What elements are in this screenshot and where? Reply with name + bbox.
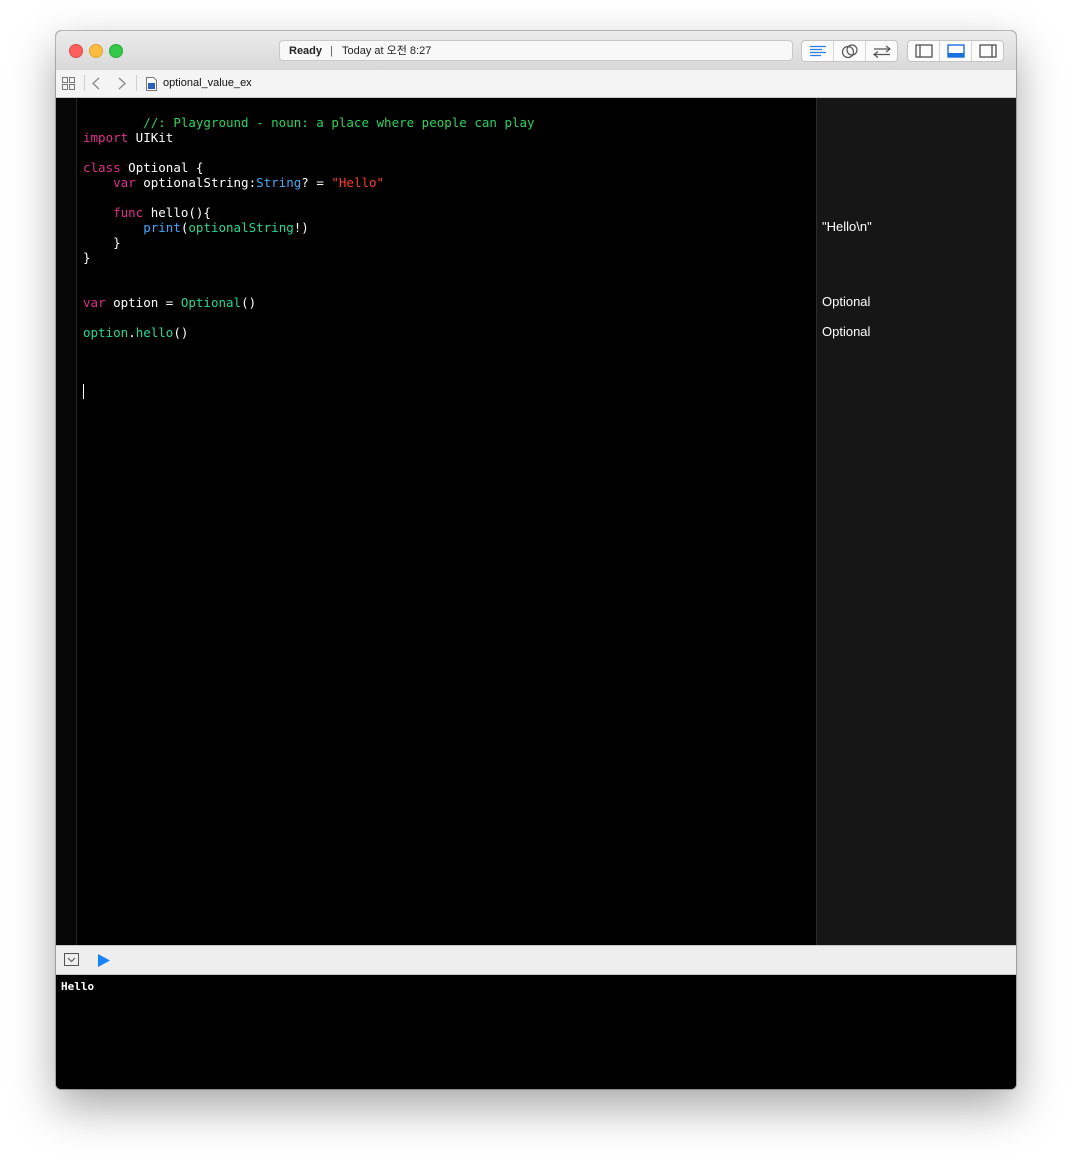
chevron-left-icon[interactable]: [92, 77, 100, 90]
standard-editor-button[interactable]: [802, 41, 834, 61]
string-token: "Hello": [331, 175, 385, 190]
plain-token: }: [113, 235, 121, 250]
navigator-toggle-icon: [914, 44, 933, 58]
playground-file-icon: [146, 77, 157, 91]
jump-bar-divider: [136, 75, 137, 91]
plain-token: option =: [105, 295, 181, 310]
utilities-toggle-button[interactable]: [972, 41, 1003, 61]
keyword-token: var: [113, 175, 136, 190]
keyword-token: func: [113, 205, 144, 220]
code-line: //: Playground - noun: a place where peo…: [83, 100, 534, 130]
function-token: print: [143, 220, 181, 235]
type-token: String: [256, 175, 302, 190]
debug-area-toggle-icon: [946, 44, 965, 58]
plain-token: !): [293, 220, 309, 235]
code-line: var optionalString:String? = "Hello": [83, 175, 384, 190]
keyword-token: var: [83, 295, 106, 310]
jump-bar-divider: [84, 75, 85, 91]
plain-token: UIKit: [128, 130, 174, 145]
activity-timestamp: Today at 오전 8:27: [342, 45, 432, 57]
activity-separator: |: [330, 45, 333, 57]
code-line: func hello(){: [83, 205, 211, 220]
plain-token: }: [83, 250, 91, 265]
assistant-editor-icon: [841, 43, 858, 58]
plain-token: optionalString:: [135, 175, 257, 190]
run-playground-icon[interactable]: [98, 954, 110, 967]
project-symbol-token: optionalString: [188, 220, 294, 235]
plain-token: (): [173, 325, 189, 340]
plain-token: hello(){: [143, 205, 211, 220]
code-line: var option = Optional(): [83, 295, 256, 310]
keyword-token: import: [83, 130, 129, 145]
jump-bar: optional_value_ex: [56, 70, 1016, 98]
standard-editor-icon: [809, 45, 826, 56]
console-output-text: Hello: [61, 980, 95, 993]
title-bar: Ready | Today at 오전 8:27: [56, 31, 1016, 71]
result-value[interactable]: Optional: [822, 294, 870, 309]
code-line: option.hello(): [83, 325, 188, 340]
code-line: class Optional {: [83, 160, 203, 175]
plain-token: ? =: [301, 175, 332, 190]
project-symbol-token: option: [83, 325, 129, 340]
result-value[interactable]: "Hello\n": [822, 219, 872, 234]
plain-token: Optional {: [120, 160, 204, 175]
result-value[interactable]: Optional: [822, 324, 870, 339]
activity-viewer: Ready | Today at 오전 8:27: [279, 40, 793, 61]
plain-token: (): [241, 295, 257, 310]
navigator-toggle-button[interactable]: [908, 41, 940, 61]
debug-area-toggle-button[interactable]: [940, 41, 972, 61]
line-gutter: [56, 98, 77, 945]
utilities-toggle-icon: [978, 44, 997, 58]
console-output-area[interactable]: Hello: [56, 975, 1016, 1089]
chevron-right-icon[interactable]: [118, 77, 126, 90]
editor-mode-segmented-control: [801, 40, 898, 62]
version-editor-button[interactable]: [866, 41, 897, 61]
code-line: import UIKit: [83, 130, 173, 145]
assistant-editor-button[interactable]: [834, 41, 866, 61]
jump-bar-file-name[interactable]: optional_value_ex: [163, 76, 252, 90]
project-symbol-token: hello: [135, 325, 174, 340]
project-symbol-token: Optional: [180, 295, 242, 310]
close-window-button[interactable]: [69, 44, 83, 58]
minimize-window-button[interactable]: [89, 44, 103, 58]
version-editor-icon: [872, 45, 891, 58]
code-line: }: [83, 250, 91, 265]
debug-bar: [56, 945, 1016, 975]
keyword-token: class: [83, 160, 121, 175]
zoom-window-button[interactable]: [109, 44, 123, 58]
playground-window: Ready | Today at 오전 8:27 optional_value_…: [56, 31, 1016, 1089]
code-line: print(optionalString!): [83, 220, 309, 235]
results-sidebar: "Hello\n" Optional Optional: [816, 98, 1016, 945]
code-editor[interactable]: //: Playground - noun: a place where peo…: [56, 98, 1016, 945]
comment-token: //: Playground - noun: a place where peo…: [143, 115, 535, 130]
hide-debug-area-icon[interactable]: [64, 953, 79, 966]
plain-token: .: [128, 325, 136, 340]
code-line: }: [83, 235, 121, 250]
source-code[interactable]: //: Playground - noun: a place where peo…: [83, 98, 815, 945]
text-cursor: [83, 384, 84, 399]
activity-status: Ready: [289, 45, 323, 57]
view-toggle-segmented-control: [907, 40, 1004, 62]
related-items-grid-icon[interactable]: [62, 77, 75, 90]
